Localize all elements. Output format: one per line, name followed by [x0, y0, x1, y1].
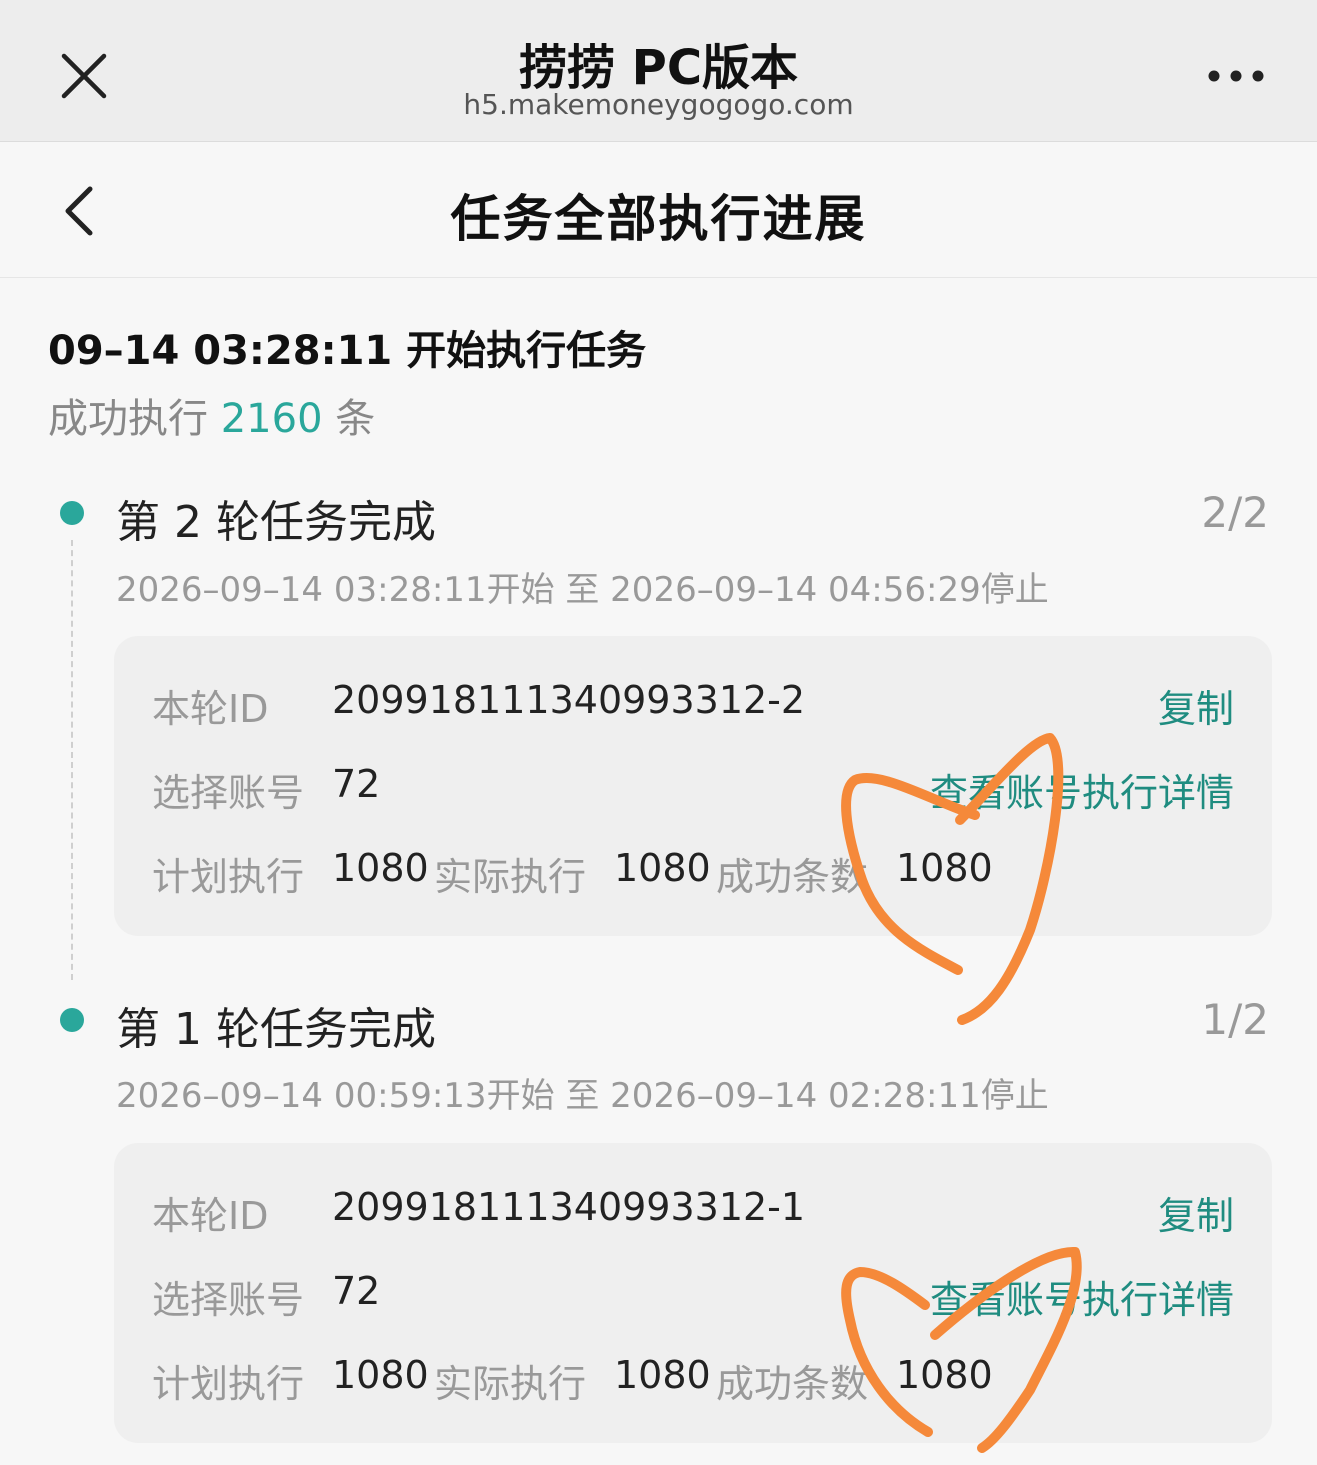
actual-value: 1080 — [614, 846, 711, 890]
round-card: 本轮ID 209918111340993312-1 复制 选择账号 72 查看账… — [114, 1143, 1272, 1443]
timeline-line — [71, 540, 73, 980]
summary-title: 09–14 03:28:11 开始执行任务 — [48, 328, 647, 374]
page-title: 任务全部执行进展 — [450, 190, 867, 248]
timeline-dot-round-2 — [60, 501, 84, 525]
round-progress: 2/2 — [1201, 488, 1269, 537]
accounts-value: 72 — [332, 762, 381, 806]
round-id-row: 本轮ID 209918111340993312-2 复制 — [152, 678, 1234, 731]
actual-label: 实际执行 — [434, 855, 587, 899]
success-value: 1080 — [896, 846, 993, 890]
round-id-row: 本轮ID 209918111340993312-1 复制 — [152, 1185, 1234, 1238]
summary-success-count: 2160 — [220, 396, 323, 442]
planned-value: 1080 — [332, 846, 429, 890]
accounts-label: 选择账号 — [152, 1278, 305, 1322]
round-id-label: 本轮ID — [152, 687, 269, 731]
summary-success-stat: 成功执行 2160 条 — [48, 386, 375, 444]
actual-label: 实际执行 — [434, 1362, 587, 1406]
round-time-range: 2026–09–14 00:59:13开始 至 2026–09–14 02:28… — [116, 1076, 1049, 1116]
view-account-details-link[interactable]: 查看账号执行详情 — [930, 1269, 1234, 1324]
round-id-value: 209918111340993312-2 — [332, 678, 806, 722]
round-time-range: 2026–09–14 03:28:11开始 至 2026–09–14 04:56… — [116, 570, 1049, 610]
success-value: 1080 — [896, 1353, 993, 1397]
execution-row: 计划执行 1080 实际执行 1080 成功条数 1080 — [152, 1353, 1234, 1406]
browser-url: h5.makemoneygogogo.com — [463, 88, 854, 121]
accounts-row: 选择账号 72 查看账号执行详情 — [152, 762, 1234, 815]
planned-label: 计划执行 — [152, 1362, 305, 1406]
execution-row: 计划执行 1080 实际执行 1080 成功条数 1080 — [152, 846, 1234, 899]
page-header: 任务全部执行进展 — [0, 143, 1317, 278]
planned-label: 计划执行 — [152, 855, 305, 899]
actual-value: 1080 — [614, 1353, 711, 1397]
accounts-row: 选择账号 72 查看账号执行详情 — [152, 1269, 1234, 1322]
copy-button[interactable]: 复制 — [1158, 678, 1234, 733]
view-account-details-link[interactable]: 查看账号执行详情 — [930, 762, 1234, 817]
round-title: 第 2 轮任务完成 — [116, 497, 436, 548]
round-card: 本轮ID 209918111340993312-2 复制 选择账号 72 查看账… — [114, 636, 1272, 936]
accounts-label: 选择账号 — [152, 771, 305, 815]
summary-success-suffix: 条 — [335, 396, 376, 442]
accounts-value: 72 — [332, 1269, 381, 1313]
summary-success-prefix: 成功执行 — [48, 396, 208, 442]
timeline-dot-round-1 — [60, 1008, 84, 1032]
round-progress: 1/2 — [1201, 995, 1269, 1044]
copy-button[interactable]: 复制 — [1158, 1185, 1234, 1240]
browser-top-bar: 捞捞 PC版本 h5.makemoneygogogo.com — [0, 0, 1317, 142]
planned-value: 1080 — [332, 1353, 429, 1397]
success-label: 成功条数 — [716, 855, 869, 899]
round-id-label: 本轮ID — [152, 1194, 269, 1238]
success-label: 成功条数 — [716, 1362, 869, 1406]
round-title: 第 1 轮任务完成 — [116, 1004, 436, 1055]
more-dots-icon[interactable] — [1200, 54, 1272, 98]
round-id-value: 209918111340993312-1 — [332, 1185, 806, 1229]
